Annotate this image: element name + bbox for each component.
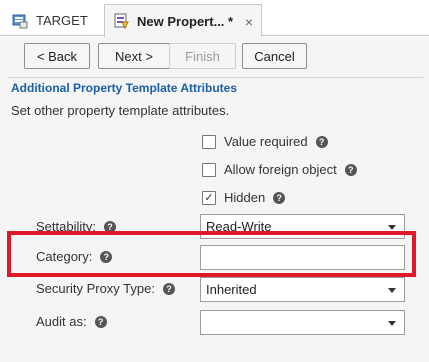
finish-button: Finish xyxy=(169,43,236,69)
help-icon[interactable]: ? xyxy=(94,315,107,328)
settability-select[interactable]: Read-Write xyxy=(200,214,405,239)
wizard-panel: < Back Next > Finish Cancel Additional P… xyxy=(8,37,423,362)
security-proxy-type-label-group: Security Proxy Type: ? xyxy=(36,281,175,296)
security-proxy-type-select[interactable]: Inherited xyxy=(200,277,405,302)
category-label: Category: xyxy=(36,249,93,264)
help-icon[interactable]: ? xyxy=(162,282,175,295)
chevron-down-icon xyxy=(388,321,396,326)
help-icon[interactable]: ? xyxy=(273,191,286,204)
audit-as-select[interactable] xyxy=(200,310,405,335)
security-proxy-type-label: Security Proxy Type: xyxy=(36,281,155,296)
hidden-checkbox[interactable]: ✓ xyxy=(202,190,216,205)
tab-bar: TARGET New Propert... * × xyxy=(0,0,429,38)
back-button[interactable]: < Back xyxy=(24,43,90,69)
section-title: Additional Property Template Attributes xyxy=(11,81,238,95)
property-template-icon xyxy=(113,13,129,30)
category-input[interactable] xyxy=(200,245,405,270)
help-icon[interactable]: ? xyxy=(315,135,328,148)
allow-foreign-object-checkbox[interactable] xyxy=(202,162,216,177)
settability-label: Settability: xyxy=(36,219,96,234)
cancel-button[interactable]: Cancel xyxy=(242,43,307,69)
hidden-label: Hidden xyxy=(224,190,266,205)
toolbar-divider xyxy=(8,77,423,78)
hidden-row: ✓ Hidden ? xyxy=(202,190,286,205)
next-button[interactable]: Next > xyxy=(98,43,170,69)
help-icon[interactable]: ? xyxy=(100,250,113,263)
help-icon[interactable]: ? xyxy=(344,163,357,176)
category-label-group: Category: ? xyxy=(36,249,113,264)
allow-foreign-object-row: Allow foreign object ? xyxy=(202,162,357,177)
value-required-row: Value required ? xyxy=(202,134,328,149)
wizard-content: < Back Next > Finish Cancel Additional P… xyxy=(0,37,429,362)
allow-foreign-object-label: Allow foreign object xyxy=(224,162,337,177)
value-required-checkbox[interactable] xyxy=(202,134,216,149)
settability-label-group: Settability: ? xyxy=(36,219,116,234)
audit-as-label-group: Audit as: ? xyxy=(36,314,107,329)
security-proxy-type-value: Inherited xyxy=(206,282,257,297)
help-icon[interactable]: ? xyxy=(103,220,116,233)
value-required-label: Value required xyxy=(224,134,308,149)
audit-as-label: Audit as: xyxy=(36,314,87,329)
target-object-icon xyxy=(12,13,28,29)
tab-new-property-template[interactable]: New Propert... * × xyxy=(104,4,262,38)
close-icon[interactable]: × xyxy=(245,14,253,30)
settability-value: Read-Write xyxy=(206,219,272,234)
chevron-down-icon xyxy=(388,225,396,230)
chevron-down-icon xyxy=(388,288,396,293)
tab-target-label: TARGET xyxy=(36,13,88,28)
tab-new-property-label: New Propert... * xyxy=(137,13,234,29)
section-description: Set other property template attributes. xyxy=(11,103,230,118)
